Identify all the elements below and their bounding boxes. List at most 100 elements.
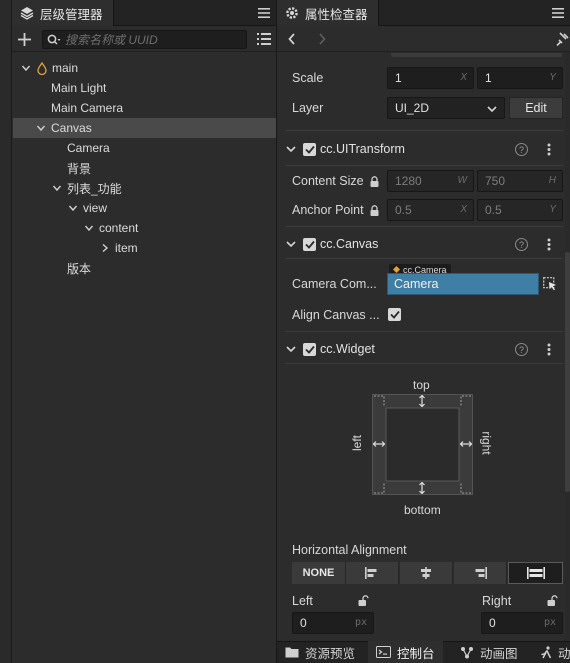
tree-node-main-camera[interactable]: Main Camera — [13, 98, 276, 118]
unlock-icon[interactable] — [546, 594, 558, 606]
tree-node-main[interactable]: main — [13, 58, 276, 78]
camera-component-value: Camera — [394, 277, 439, 291]
tree-node-camera[interactable]: Camera — [13, 138, 276, 158]
tree-node-list-function[interactable]: 列表_功能 — [13, 178, 276, 198]
tree-node-view[interactable]: view — [13, 198, 276, 218]
tree-node-label: main — [52, 61, 79, 75]
section-divider — [285, 165, 563, 166]
folder-icon — [285, 647, 299, 658]
px-unit-tag: px — [354, 617, 367, 628]
align-stretch-button[interactable] — [508, 562, 563, 584]
widget-right-toggle[interactable] — [460, 439, 472, 449]
w-axis-tag: W — [457, 175, 467, 186]
add-node-icon[interactable] — [17, 32, 31, 46]
bottom-tab-asset-preview[interactable]: 资源预览 — [277, 641, 363, 663]
camera-component-field[interactable]: Camera — [387, 273, 539, 295]
anchor-y-value: 0.5 — [485, 203, 502, 217]
inspector-tab[interactable]: 属性检查器 — [277, 0, 379, 26]
lock-icon[interactable] — [369, 175, 379, 187]
anchor-y-field[interactable]: 0.5 Y — [477, 199, 563, 221]
widget-bottom-toggle[interactable] — [416, 482, 428, 494]
list-view-icon[interactable] — [256, 32, 272, 46]
tree-node-version[interactable]: 版本 — [13, 258, 276, 278]
lock-icon[interactable] — [369, 204, 379, 216]
help-icon[interactable]: ? — [515, 143, 528, 156]
bottom-tab-animation[interactable]: 动 — [532, 641, 570, 663]
tree-node-label: 列表_功能 — [67, 181, 122, 196]
right-margin-field[interactable]: 0 px — [481, 612, 563, 634]
widget-enable-checkbox[interactable] — [303, 342, 316, 356]
bottom-tab-label: 动 — [558, 646, 570, 661]
hamburger-menu-icon[interactable] — [550, 5, 566, 21]
chevron-down-icon[interactable] — [35, 122, 47, 134]
tree-node-label: item — [115, 241, 138, 255]
bottom-tab-label: 控制台 — [397, 646, 435, 661]
layer-value: UI_2D — [395, 101, 430, 115]
pin-icon[interactable] — [555, 31, 569, 47]
more-options-icon[interactable] — [546, 342, 552, 356]
tree-node-item[interactable]: item — [13, 238, 276, 258]
h-axis-tag: H — [548, 175, 556, 186]
inspector-scrollbar[interactable] — [565, 52, 570, 640]
left-panel-strip — [0, 0, 12, 663]
widget-left-toggle[interactable] — [373, 439, 385, 449]
forward-arrow-icon[interactable] — [315, 32, 329, 46]
chevron-down-icon — [486, 103, 498, 115]
left-margin-field[interactable]: 0 px — [292, 612, 374, 634]
chevron-down-icon[interactable] — [20, 62, 32, 74]
help-icon[interactable]: ? — [515, 343, 528, 356]
chevron-down-icon[interactable] — [67, 202, 79, 214]
bottom-tab-animation-graph[interactable]: 动画图 — [452, 641, 526, 663]
help-icon[interactable]: ? — [515, 238, 528, 251]
chevron-down-icon[interactable] — [51, 182, 63, 194]
content-height-field[interactable]: 750 H — [477, 170, 563, 192]
search-input[interactable] — [65, 31, 245, 48]
hierarchy-tab-title: 层级管理器 — [40, 7, 103, 22]
scrollbar-thumb[interactable] — [565, 252, 570, 492]
align-none-button[interactable]: NONE — [292, 562, 346, 584]
chevron-right-icon[interactable] — [99, 242, 111, 254]
search-icon[interactable] — [47, 33, 61, 46]
tree-node-label: Camera — [67, 141, 110, 155]
more-options-icon[interactable] — [546, 142, 552, 156]
tree-node-canvas[interactable]: Canvas — [13, 118, 276, 138]
widget-alignment-box — [372, 394, 473, 495]
layer-select[interactable]: UI_2D — [387, 97, 505, 119]
chevron-down-icon[interactable] — [285, 238, 297, 250]
back-arrow-icon[interactable] — [285, 32, 299, 46]
select-target-icon[interactable] — [541, 275, 559, 293]
hamburger-menu-icon[interactable] — [256, 5, 272, 21]
align-canvas-checkbox[interactable] — [388, 308, 401, 321]
x-axis-tag: X — [460, 72, 467, 83]
section-divider — [285, 226, 563, 227]
tree-node-background[interactable]: 背景 — [13, 158, 276, 178]
align-center-button[interactable] — [400, 562, 453, 584]
align-right-icon — [475, 567, 487, 579]
inspector-tab-title: 属性检查器 — [305, 7, 368, 22]
widget-bottom-label: bottom — [404, 503, 441, 517]
uitransform-enable-checkbox[interactable] — [303, 142, 316, 156]
anchor-x-field[interactable]: 0.5 X — [387, 199, 474, 221]
tree-node-main-light[interactable]: Main Light — [13, 78, 276, 98]
layer-edit-button[interactable]: Edit — [509, 97, 563, 119]
content-width-field[interactable]: 1280 W — [387, 170, 474, 192]
unlock-icon[interactable] — [357, 594, 369, 606]
tree-node-content[interactable]: content — [13, 218, 276, 238]
chevron-down-icon[interactable] — [83, 222, 95, 234]
widget-top-toggle[interactable] — [416, 395, 428, 407]
align-left-button[interactable] — [346, 562, 399, 584]
scale-x-field[interactable]: 1 X — [387, 67, 474, 89]
canvas-enable-checkbox[interactable] — [303, 237, 316, 251]
chevron-down-icon[interactable] — [285, 143, 297, 155]
scale-y-field[interactable]: 1 Y — [477, 67, 563, 89]
tree-node-label: 背景 — [67, 161, 92, 176]
tree-node-label: view — [83, 201, 108, 215]
gear-icon — [285, 6, 299, 20]
hierarchy-tab[interactable]: 层级管理器 — [12, 0, 114, 26]
widget-left-label: left — [350, 434, 365, 452]
chevron-down-icon[interactable] — [285, 343, 297, 355]
more-options-icon[interactable] — [546, 237, 552, 251]
align-right-button[interactable] — [454, 562, 507, 584]
bottom-tab-console[interactable]: 控制台 — [368, 641, 443, 663]
animation-graph-icon — [461, 646, 473, 658]
